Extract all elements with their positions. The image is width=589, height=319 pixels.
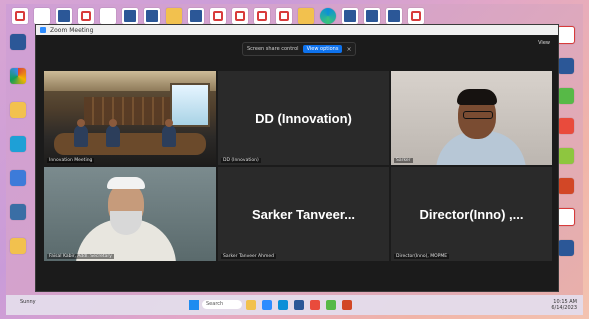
participant — [106, 125, 120, 147]
chrome-icon[interactable] — [10, 68, 26, 84]
participant-caption: DD (Innovation) — [221, 158, 261, 163]
view-button[interactable]: View — [538, 40, 550, 46]
close-icon[interactable]: × — [346, 46, 351, 53]
file-icon[interactable] — [100, 8, 116, 24]
zoom-window: Zoom Meeting Screen share control View o… — [35, 24, 559, 292]
edge-icon[interactable] — [278, 300, 288, 310]
app-icon[interactable] — [10, 136, 26, 152]
participant-caption: Faisal Kabir, Addl. Secretary — [47, 254, 114, 259]
participant-name: Director(Inno) ,... — [419, 206, 524, 222]
folder-icon[interactable] — [298, 8, 314, 24]
video-tile[interactable]: Faisal Kabir, Addl. Secretary — [44, 167, 216, 261]
video-feed — [44, 167, 216, 261]
network-icon[interactable] — [10, 204, 26, 220]
video-tile[interactable]: Director(Inno) ,... Director(Inno), MOPM… — [391, 167, 552, 261]
video-feed — [44, 71, 216, 165]
zoom-icon[interactable] — [262, 300, 272, 310]
word-doc-icon[interactable] — [364, 8, 380, 24]
participant-name: Sarker Tanveer... — [251, 206, 356, 222]
pdf-icon[interactable] — [557, 26, 575, 44]
pdf-icon[interactable] — [276, 8, 292, 24]
participant-caption: Director(Inno), MOPME — [394, 254, 450, 259]
taskbar-search[interactable]: Search — [202, 300, 242, 309]
folder-icon[interactable] — [10, 238, 26, 254]
video-feed — [391, 71, 552, 165]
view-options-button[interactable]: View options — [302, 45, 343, 53]
weather-widget[interactable]: Sunny — [20, 299, 36, 305]
app-icon[interactable] — [558, 88, 574, 104]
word-doc-icon[interactable] — [386, 8, 402, 24]
pdf-icon[interactable] — [557, 208, 575, 226]
video-tile[interactable]: Sarker — [391, 71, 552, 165]
folder-icon[interactable] — [166, 8, 182, 24]
pdf-icon[interactable] — [12, 8, 28, 24]
app-icon[interactable] — [558, 148, 574, 164]
participant — [74, 125, 88, 147]
app-icon[interactable] — [558, 178, 574, 194]
file-icon[interactable] — [34, 8, 50, 24]
participant-head — [77, 119, 85, 127]
word-doc-icon[interactable] — [558, 240, 574, 256]
word-doc-icon[interactable] — [188, 8, 204, 24]
system-tray-clock[interactable]: 10:15 AM 6/14/2023 — [551, 299, 577, 311]
app-icon[interactable] — [310, 300, 320, 310]
word-icon[interactable] — [294, 300, 304, 310]
hair — [457, 89, 497, 105]
folder-icon[interactable] — [10, 102, 26, 118]
clock-date: 6/14/2023 — [551, 305, 577, 311]
pdf-icon[interactable] — [210, 8, 226, 24]
participant-caption: Sarker — [394, 158, 413, 163]
app-icon[interactable] — [326, 300, 336, 310]
pdf-icon[interactable] — [232, 8, 248, 24]
pdf-icon[interactable] — [408, 8, 424, 24]
meeting-topbar: Screen share control View options × View — [36, 35, 558, 57]
video-tile[interactable]: DD (Innovation) DD (Innovation) — [218, 71, 389, 165]
word-doc-icon[interactable] — [144, 8, 160, 24]
word-doc-icon[interactable] — [10, 34, 26, 50]
app-icon[interactable] — [558, 118, 574, 134]
window-title: Zoom Meeting — [50, 26, 94, 34]
word-doc-icon[interactable] — [558, 58, 574, 74]
participant-caption: Innovation Meeting — [47, 158, 95, 163]
participant-caption: Sarker Tanveer Ahmed — [221, 254, 276, 259]
participant-head — [109, 119, 117, 127]
powerpoint-icon[interactable] — [342, 300, 352, 310]
participant — [162, 125, 176, 147]
video-tile[interactable]: Sarker Tanveer... Sarker Tanveer Ahmed — [218, 167, 389, 261]
desktop: Zoom Meeting Screen share control View o… — [6, 4, 583, 315]
pdf-icon[interactable] — [78, 8, 94, 24]
glasses — [463, 111, 493, 119]
edge-browser-icon[interactable] — [320, 8, 336, 24]
file-explorer-icon[interactable] — [246, 300, 256, 310]
banner-text: Screen share control — [247, 46, 299, 52]
desktop-left-icons — [10, 34, 30, 254]
pdf-icon[interactable] — [254, 8, 270, 24]
video-tile[interactable]: Innovation Meeting — [44, 71, 216, 165]
app-icon[interactable] — [10, 170, 26, 186]
share-banner: Screen share control View options × — [242, 42, 357, 56]
room-window — [170, 83, 210, 127]
window-titlebar[interactable]: Zoom Meeting — [36, 25, 558, 35]
word-doc-icon[interactable] — [122, 8, 138, 24]
windows-start-icon[interactable] — [189, 300, 199, 310]
prayer-cap — [107, 177, 145, 189]
word-doc-icon[interactable] — [56, 8, 72, 24]
participant-head — [165, 119, 173, 127]
taskbar: Sunny Search 10:15 AM 6/14/2023 — [6, 295, 583, 315]
zoom-icon — [40, 27, 46, 33]
word-doc-icon[interactable] — [342, 8, 358, 24]
participant-name: DD (Innovation) — [255, 110, 352, 126]
taskbar-apps — [246, 300, 352, 310]
